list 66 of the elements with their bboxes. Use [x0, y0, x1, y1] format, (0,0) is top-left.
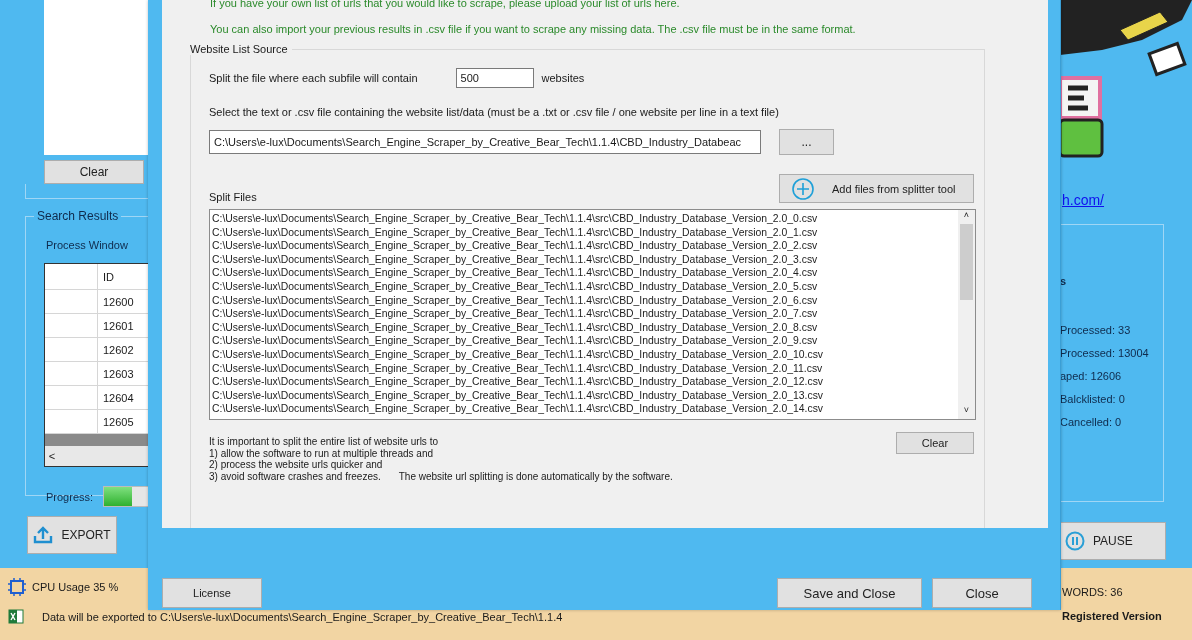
stat-label: Processed: 13004 [1060, 347, 1150, 359]
stat-label: aped: 12606 [1060, 370, 1123, 382]
group-title: Search Results [34, 209, 122, 223]
vertical-scrollbar[interactable]: ˄ ˅ [958, 210, 975, 419]
file-path-item[interactable]: C:\Users\e-lux\Documents\Search_Engine_Scraper_by_Creative_Bear_Tech\1.1.4\src\CBD_Industry_Database_Version_2.0_7.csv [212, 307, 958, 321]
website-link[interactable]: h.com/ [1062, 192, 1192, 208]
info-text: If you have your own list of urls that you would like to scrape, please upload your list of urls here. [210, 0, 681, 9]
file-path-item[interactable]: C:\Users\e-lux\Documents\Search_Engine_Scraper_by_Creative_Bear_Tech\1.1.4\src\CBD_Industry_Database_Version_2.0_8.csv [212, 320, 958, 335]
file-path-item[interactable]: C:\Users\e-lux\Documents\Search_Engine_Scraper_by_Creative_Bear_Tech\1.1.4\src\CBD_Industry_Database_Version_2.0_4.csv [212, 266, 958, 280]
stat-label: Processed: 33 [1060, 324, 1132, 336]
file-path-item[interactable]: C:\Users\e-lux\Documents\Search_Engine_Scraper_by_Creative_Bear_Tech\1.1.4\src\CBD_Industry_Database_Version_2.0_12.csv [212, 375, 958, 389]
cpu-usage-label: CPU Usage 35 % [32, 581, 119, 593]
split-size-field[interactable]: 500 [455, 68, 534, 88]
unit-label: websites [541, 72, 585, 84]
spreadsheet-icon [8, 609, 24, 624]
note-text: 3) avoid software crashes and freezes. [209, 470, 381, 482]
stat-label: s [1060, 275, 1068, 287]
table-cell-text: 12601 [102, 318, 134, 334]
stat-label: Cancelled: 0 [1060, 416, 1123, 428]
file-path-item[interactable]: C:\Users\e-lux\Documents\Search_Engine_Scraper_by_Creative_Bear_Tech\1.1.4\src\CBD_Industry_Database_Version_2.0_2.csv [212, 239, 958, 253]
file-path-field[interactable]: C:\Users\e-lux\Documents\Search_Engine_Scraper_by_Creative_Bear_Tech\1.1.4\CBD_Industry_Databeac [209, 130, 761, 154]
process-window-label: Process Window [46, 239, 129, 251]
file-path-item[interactable]: C:\Users\e-lux\Documents\Search_Engine_Scraper_by_Creative_Bear_Tech\1.1.4\src\CBD_Industry_Database_Version_2.0_0.csv [212, 212, 958, 226]
group-title: Website List Source [190, 43, 292, 55]
note-text: It is important to split the entire list of website urls to [209, 436, 439, 448]
file-path-item[interactable]: C:\Users\e-lux\Documents\Search_Engine_Scraper_by_Creative_Bear_Tech\1.1.4\src\CBD_Industry_Database_Version_2.0_1.csv [212, 225, 958, 240]
file-path-item[interactable]: C:\Users\e-lux\Documents\Search_Engine_Scraper_by_Creative_Bear_Tech\1.1.4\src\CBD_Industry_Database_Version_2.0_9.csv [212, 334, 958, 348]
chip-icon [8, 578, 26, 596]
file-path-item[interactable]: C:\Users\e-lux\Documents\Search_Engine_Scraper_by_Creative_Bear_Tech\1.1.4\src\CBD_Industry_Database_Version_2.0_5.csv [212, 279, 958, 294]
save-and-close-button[interactable]: Save and Close [777, 578, 922, 608]
table-cell-text: 12604 [102, 390, 134, 406]
clear-button[interactable]: Clear [896, 432, 974, 454]
browse-button[interactable]: ... [779, 129, 834, 155]
file-path-item[interactable]: C:\Users\e-lux\Documents\Search_Engine_Scraper_by_Creative_Bear_Tech\1.1.4\src\CBD_Industry_Database_Version_2.0_11.csv [212, 361, 958, 376]
column-header[interactable]: ID [98, 264, 114, 289]
table-cell-text: 12600 [102, 294, 134, 310]
pause-button[interactable]: PAUSE [1060, 522, 1166, 560]
progress-label: Progress: [46, 490, 94, 503]
export-path-note: Data will be exported to C:\Users\e-lux\Documents\Search_Engine_Scraper_by_Creative_Bear_Tech\1.1.4 [42, 610, 563, 623]
stat-label: Balcklisted: 0 [1060, 393, 1126, 405]
note-text: 1) allow the software to run at multiple threads and [209, 447, 434, 459]
file-path-item[interactable]: C:\Users\e-lux\Documents\Search_Engine_Scraper_by_Creative_Bear_Tech\1.1.4\src\CBD_Industry_Database_Version_2.0_3.csv [212, 252, 958, 267]
pause-icon [1065, 531, 1085, 551]
split-files-list[interactable] [209, 209, 976, 420]
file-path-item[interactable]: C:\Users\e-lux\Documents\Search_Engine_Scraper_by_Creative_Bear_Tech\1.1.4\src\CBD_Industry_Database_Version_2.0_10.csv [212, 347, 958, 362]
add-files-button[interactable]: Add files from splitter tool [779, 174, 974, 203]
clear-button[interactable]: Clear [44, 160, 144, 184]
info-text: You can also import your previous results in .csv file if you want to scrape any missing data. The .csv file must be in the same format. [210, 23, 857, 35]
file-path-item[interactable]: C:\Users\e-lux\Documents\Search_Engine_Scraper_by_Creative_Bear_Tech\1.1.4\src\CBD_Industry_Database_Version_2.0_6.csv [212, 293, 958, 308]
version-label: Registered Version [1062, 610, 1163, 622]
table-cell-text: 12605 [102, 414, 134, 430]
close-button[interactable]: Close [932, 578, 1032, 608]
keywords-count: WORDS: 36 [1062, 586, 1124, 598]
table-cell-text: 12603 [102, 366, 134, 382]
plus-icon [792, 177, 814, 200]
note-text: The website url splitting is done automatically by the software. [398, 470, 673, 482]
export-button[interactable]: EXPORT [27, 516, 117, 554]
file-path-item[interactable]: C:\Users\e-lux\Documents\Search_Engine_Scraper_by_Creative_Bear_Tech\1.1.4\src\CBD_Industry_Database_Version_2.0_14.csv [212, 402, 958, 416]
upload-icon [33, 526, 54, 544]
license-button[interactable]: License [162, 578, 262, 608]
split-size-label: Split the file where each subfile will contain [209, 72, 418, 84]
file-path-item[interactable]: C:\Users\e-lux\Documents\Search_Engine_Scraper_by_Creative_Bear_Tech\1.1.4\src\CBD_Industry_Database_Version_2.0_13.csv [212, 388, 958, 403]
split-files-label: Split Files [209, 191, 257, 203]
note-text: 2) process the website urls quicker and [209, 459, 384, 471]
select-file-label: Select the text or .csv file containing the website list/data (must be a .txt or .csv file / one website per line in a text file) [209, 106, 780, 118]
table-cell-text: 12602 [102, 342, 134, 358]
